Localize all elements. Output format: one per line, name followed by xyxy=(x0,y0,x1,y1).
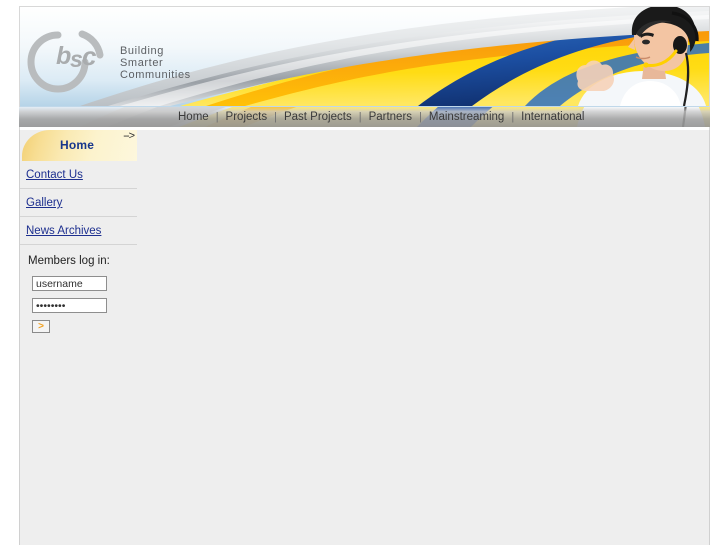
sidebar-item-gallery[interactable]: Gallery xyxy=(20,189,137,217)
main-content-pane xyxy=(137,130,709,545)
password-input[interactable] xyxy=(32,298,107,313)
nav-item-mainstreaming[interactable]: Mainstreaming xyxy=(422,111,511,123)
logo-tagline-line1: Building xyxy=(120,45,164,57)
nav-item-past-projects[interactable]: Past Projects xyxy=(277,111,359,123)
nav-item-projects[interactable]: Projects xyxy=(219,111,275,123)
nav-item-partners[interactable]: Partners xyxy=(362,111,419,123)
sidebar-tab-home-label: Home xyxy=(60,138,95,152)
sidebar-item-contact-us-link[interactable]: Contact Us xyxy=(26,169,83,181)
primary-navigation: Home | Projects | Past Projects | Partne… xyxy=(19,107,710,127)
sidebar: Home --> Contact Us Gallery News Archive… xyxy=(20,130,137,333)
logo-tagline: Building Smarter Communities xyxy=(120,45,191,81)
svg-text:s: s xyxy=(70,46,83,72)
sidebar-item-gallery-link[interactable]: Gallery xyxy=(26,197,62,209)
logo-tagline-line2: Smarter xyxy=(120,57,164,69)
sidebar-item-contact-us[interactable]: Contact Us xyxy=(20,161,137,189)
site-banner: b s c Building Smarter Communities xyxy=(19,6,710,107)
sidebar-item-news-archives-link[interactable]: News Archives xyxy=(26,225,101,237)
page-gutter-left xyxy=(0,0,19,545)
sidebar-item-news-archives[interactable]: News Archives xyxy=(20,217,137,245)
logo-tagline-line3: Communities xyxy=(120,69,191,81)
members-login-title: Members log in: xyxy=(28,255,110,267)
sidebar-tab-artifact: --> xyxy=(123,130,135,142)
page-root: b s c Building Smarter Communities Home … xyxy=(0,0,727,545)
svg-text:b: b xyxy=(56,42,71,70)
sidebar-tab-home[interactable]: Home --> xyxy=(22,130,137,161)
nav-item-international[interactable]: International xyxy=(514,111,591,123)
page-content: Home --> Contact Us Gallery News Archive… xyxy=(19,130,710,545)
navbar-links: Home | Projects | Past Projects | Partne… xyxy=(19,107,591,127)
members-login-form: Members log in: > xyxy=(20,245,137,333)
nav-item-home[interactable]: Home xyxy=(171,111,216,123)
page-gutter-right xyxy=(710,0,727,545)
username-input[interactable] xyxy=(32,276,107,291)
login-submit-button[interactable]: > xyxy=(32,320,50,333)
svg-text:c: c xyxy=(82,41,97,71)
